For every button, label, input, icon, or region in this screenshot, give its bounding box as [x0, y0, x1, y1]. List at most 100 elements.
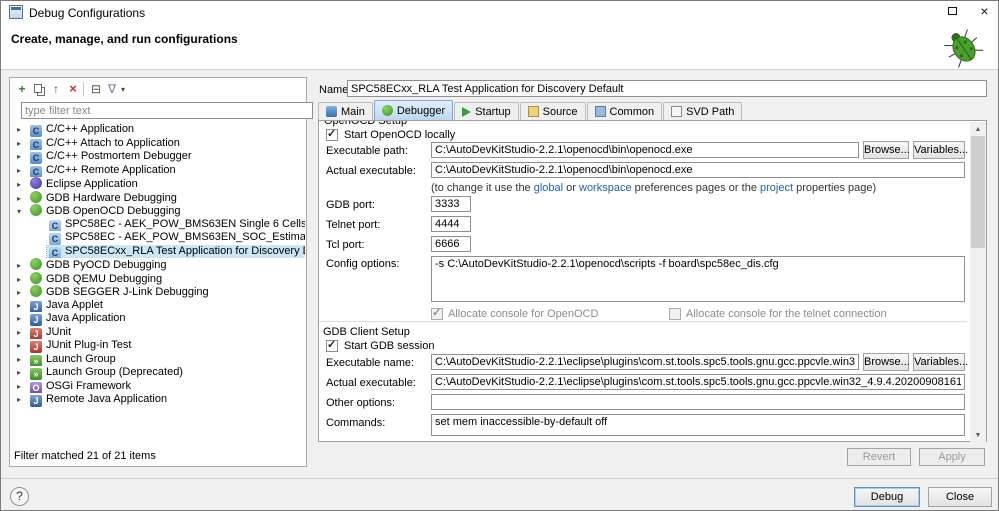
tree-item-selected[interactable]: CSPC58ECxx_RLA Test Application for Disc…	[11, 245, 305, 259]
workspace-link[interactable]: workspace	[579, 182, 632, 194]
variables-button[interactable]: Variables...	[913, 353, 965, 371]
tree-item[interactable]: ▸»Launch Group	[11, 353, 305, 367]
tree-item[interactable]: ▸GDB SEGGER J-Link Debugging	[11, 285, 305, 299]
tree-item[interactable]: ▸GDB Hardware Debugging	[11, 191, 305, 205]
actual-executable2-input[interactable]	[431, 374, 965, 390]
tree-item[interactable]: ▸JJava Application	[11, 312, 305, 326]
executable-name-input[interactable]	[431, 354, 859, 370]
tree-expand-icon[interactable]: ▸	[17, 259, 28, 272]
tree-expand-icon[interactable]: ▸	[17, 339, 28, 353]
tree-item[interactable]: ▸CC/C++ Remote Application	[11, 164, 305, 178]
scroll-up-icon[interactable]: ▲	[970, 122, 986, 136]
debug-button[interactable]: Debug	[854, 487, 920, 507]
tcl-port-input[interactable]	[431, 236, 471, 252]
tree-expand-icon[interactable]: ▸	[17, 326, 28, 340]
c-application-icon: C	[49, 233, 61, 245]
page-title: Create, manage, and run configurations	[11, 32, 238, 46]
note-text: preferences pages or the	[632, 182, 760, 194]
content-scrollbar[interactable]: ▲ ▼	[970, 122, 986, 442]
duplicate-icon[interactable]	[31, 81, 47, 97]
start-gdb-session-checkbox[interactable]: ✓	[326, 340, 338, 352]
start-gdb-session-label[interactable]: Start GDB session	[344, 340, 434, 352]
tree-item[interactable]: ▸GDB PyOCD Debugging	[11, 258, 305, 272]
tree-expand-icon[interactable]: ▸	[17, 312, 28, 326]
variables-button[interactable]: Variables...	[913, 141, 965, 159]
tree-expand-icon[interactable]: ▸	[17, 353, 28, 367]
tree-expand-icon[interactable]: ▸	[17, 380, 28, 394]
browse-button[interactable]: Browse...	[863, 353, 909, 371]
allocate-console-telnet-checkbox	[669, 308, 681, 320]
new-configuration-icon[interactable]: +	[14, 81, 30, 97]
name-input[interactable]	[347, 80, 987, 97]
actual-executable-input[interactable]	[431, 162, 965, 178]
tree-item-label: Launch Group (Deprecated)	[46, 366, 183, 378]
tab-common[interactable]: Common	[587, 102, 663, 120]
start-openocd-label[interactable]: Start OpenOCD locally	[344, 129, 455, 141]
scroll-down-icon[interactable]: ▼	[970, 428, 986, 442]
tree-item[interactable]: CSPC58EC - AEK_POW_BMS63EN Single 6 Cell…	[11, 218, 305, 232]
tree-expand-icon[interactable]: ▸	[17, 273, 28, 286]
debug-configurations-dialog: Debug Configurations × Create, manage, a…	[0, 0, 999, 511]
tree-expand-icon[interactable]: ▸	[17, 366, 28, 380]
tab-main[interactable]: Main	[318, 102, 373, 120]
filter-input[interactable]	[21, 102, 313, 119]
tree-item[interactable]: ▸ GDB QEMU Debugging	[11, 272, 305, 286]
tree-expand-icon[interactable]: ▸	[17, 192, 28, 205]
tree-expand-icon[interactable]: ▸	[17, 150, 28, 164]
tree-expand-icon[interactable]: ▸	[17, 299, 28, 313]
start-openocd-checkbox[interactable]: ✓	[326, 129, 338, 141]
tab-label: Main	[341, 106, 365, 118]
debug-beetle-icon	[938, 25, 990, 76]
delete-icon[interactable]: ×	[65, 81, 81, 97]
tree-item[interactable]: ▾GDB OpenOCD Debugging	[11, 204, 305, 218]
tree-item[interactable]: ▸JJava Applet	[11, 299, 305, 313]
tree-item[interactable]: ▸»Launch Group (Deprecated)	[11, 366, 305, 380]
title-bar[interactable]: Debug Configurations ×	[1, 1, 998, 23]
close-button[interactable]: ×	[969, 1, 999, 22]
gdb-port-input[interactable]	[431, 196, 471, 212]
note-text: properties page)	[793, 182, 876, 194]
close-dialog-button[interactable]: Close	[928, 487, 992, 507]
browse-button[interactable]: Browse...	[863, 141, 909, 159]
preferences-note: (to change it use the global or workspac…	[431, 182, 876, 194]
executable-path-input[interactable]	[431, 142, 859, 158]
tree-item[interactable]: ▸CC/C++ Attach to Application	[11, 137, 305, 151]
filter-menu-caret-icon[interactable]: ▾	[118, 85, 128, 94]
project-link[interactable]: project	[760, 182, 793, 194]
tree-item[interactable]: ▸OOSGi Framework	[11, 380, 305, 394]
other-options-input[interactable]	[431, 394, 965, 410]
tab-startup[interactable]: Startup	[454, 102, 518, 120]
tree-expand-icon[interactable]: ▸	[17, 393, 28, 407]
tab-label: Common	[610, 106, 655, 118]
export-icon[interactable]: ↑	[48, 81, 64, 97]
maximize-button[interactable]	[937, 1, 968, 22]
allocate-console-openocd-label: Allocate console for OpenOCD	[448, 308, 598, 320]
collapse-all-icon[interactable]: ⊟	[88, 81, 104, 97]
tab-source[interactable]: Source	[520, 102, 586, 120]
filter-status: Filter matched 21 of 21 items	[14, 450, 156, 462]
help-button[interactable]: ?	[10, 487, 29, 506]
tree-item[interactable]: ▸JRemote Java Application	[11, 393, 305, 407]
tree-collapse-icon[interactable]: ▾	[17, 205, 28, 218]
tree-item[interactable]: ▸CC/C++ Application	[11, 123, 305, 137]
tree-item[interactable]: ▸JJUnit Plug-in Test	[11, 339, 305, 353]
tree-item[interactable]: ▸JJUnit	[11, 326, 305, 340]
tree-expand-icon[interactable]: ▸	[17, 286, 28, 299]
tree-item[interactable]: ▸CC/C++ Postmortem Debugger	[11, 150, 305, 164]
config-options-textarea[interactable]: -s C:\AutoDevKitStudio-2.2.1\openocd\scr…	[431, 256, 965, 302]
tab-svd-path[interactable]: SVD Path	[663, 102, 742, 120]
tree-item[interactable]: CSPC58EC - AEK_POW_BMS63EN_SOC_Estimatio…	[11, 231, 305, 245]
tree-item[interactable]: ▸Eclipse Application	[11, 177, 305, 191]
global-link[interactable]: global	[534, 182, 563, 194]
c-cpp-icon: C	[30, 139, 42, 151]
tree-expand-icon[interactable]: ▸	[17, 164, 28, 178]
tree-expand-icon[interactable]: ▸	[17, 137, 28, 151]
commands-textarea[interactable]: set mem inaccessible-by-default off	[431, 414, 965, 436]
telnet-port-input[interactable]	[431, 216, 471, 232]
scrollbar-thumb[interactable]	[971, 136, 985, 248]
allocate-console-openocd-checkbox: ✓	[431, 308, 443, 320]
tree-expand-icon[interactable]: ▸	[17, 123, 28, 137]
tree-item-label: GDB QEMU Debugging	[46, 273, 162, 285]
tree-expand-icon[interactable]: ▸	[17, 178, 28, 191]
tab-debugger[interactable]: Debugger	[374, 100, 453, 120]
